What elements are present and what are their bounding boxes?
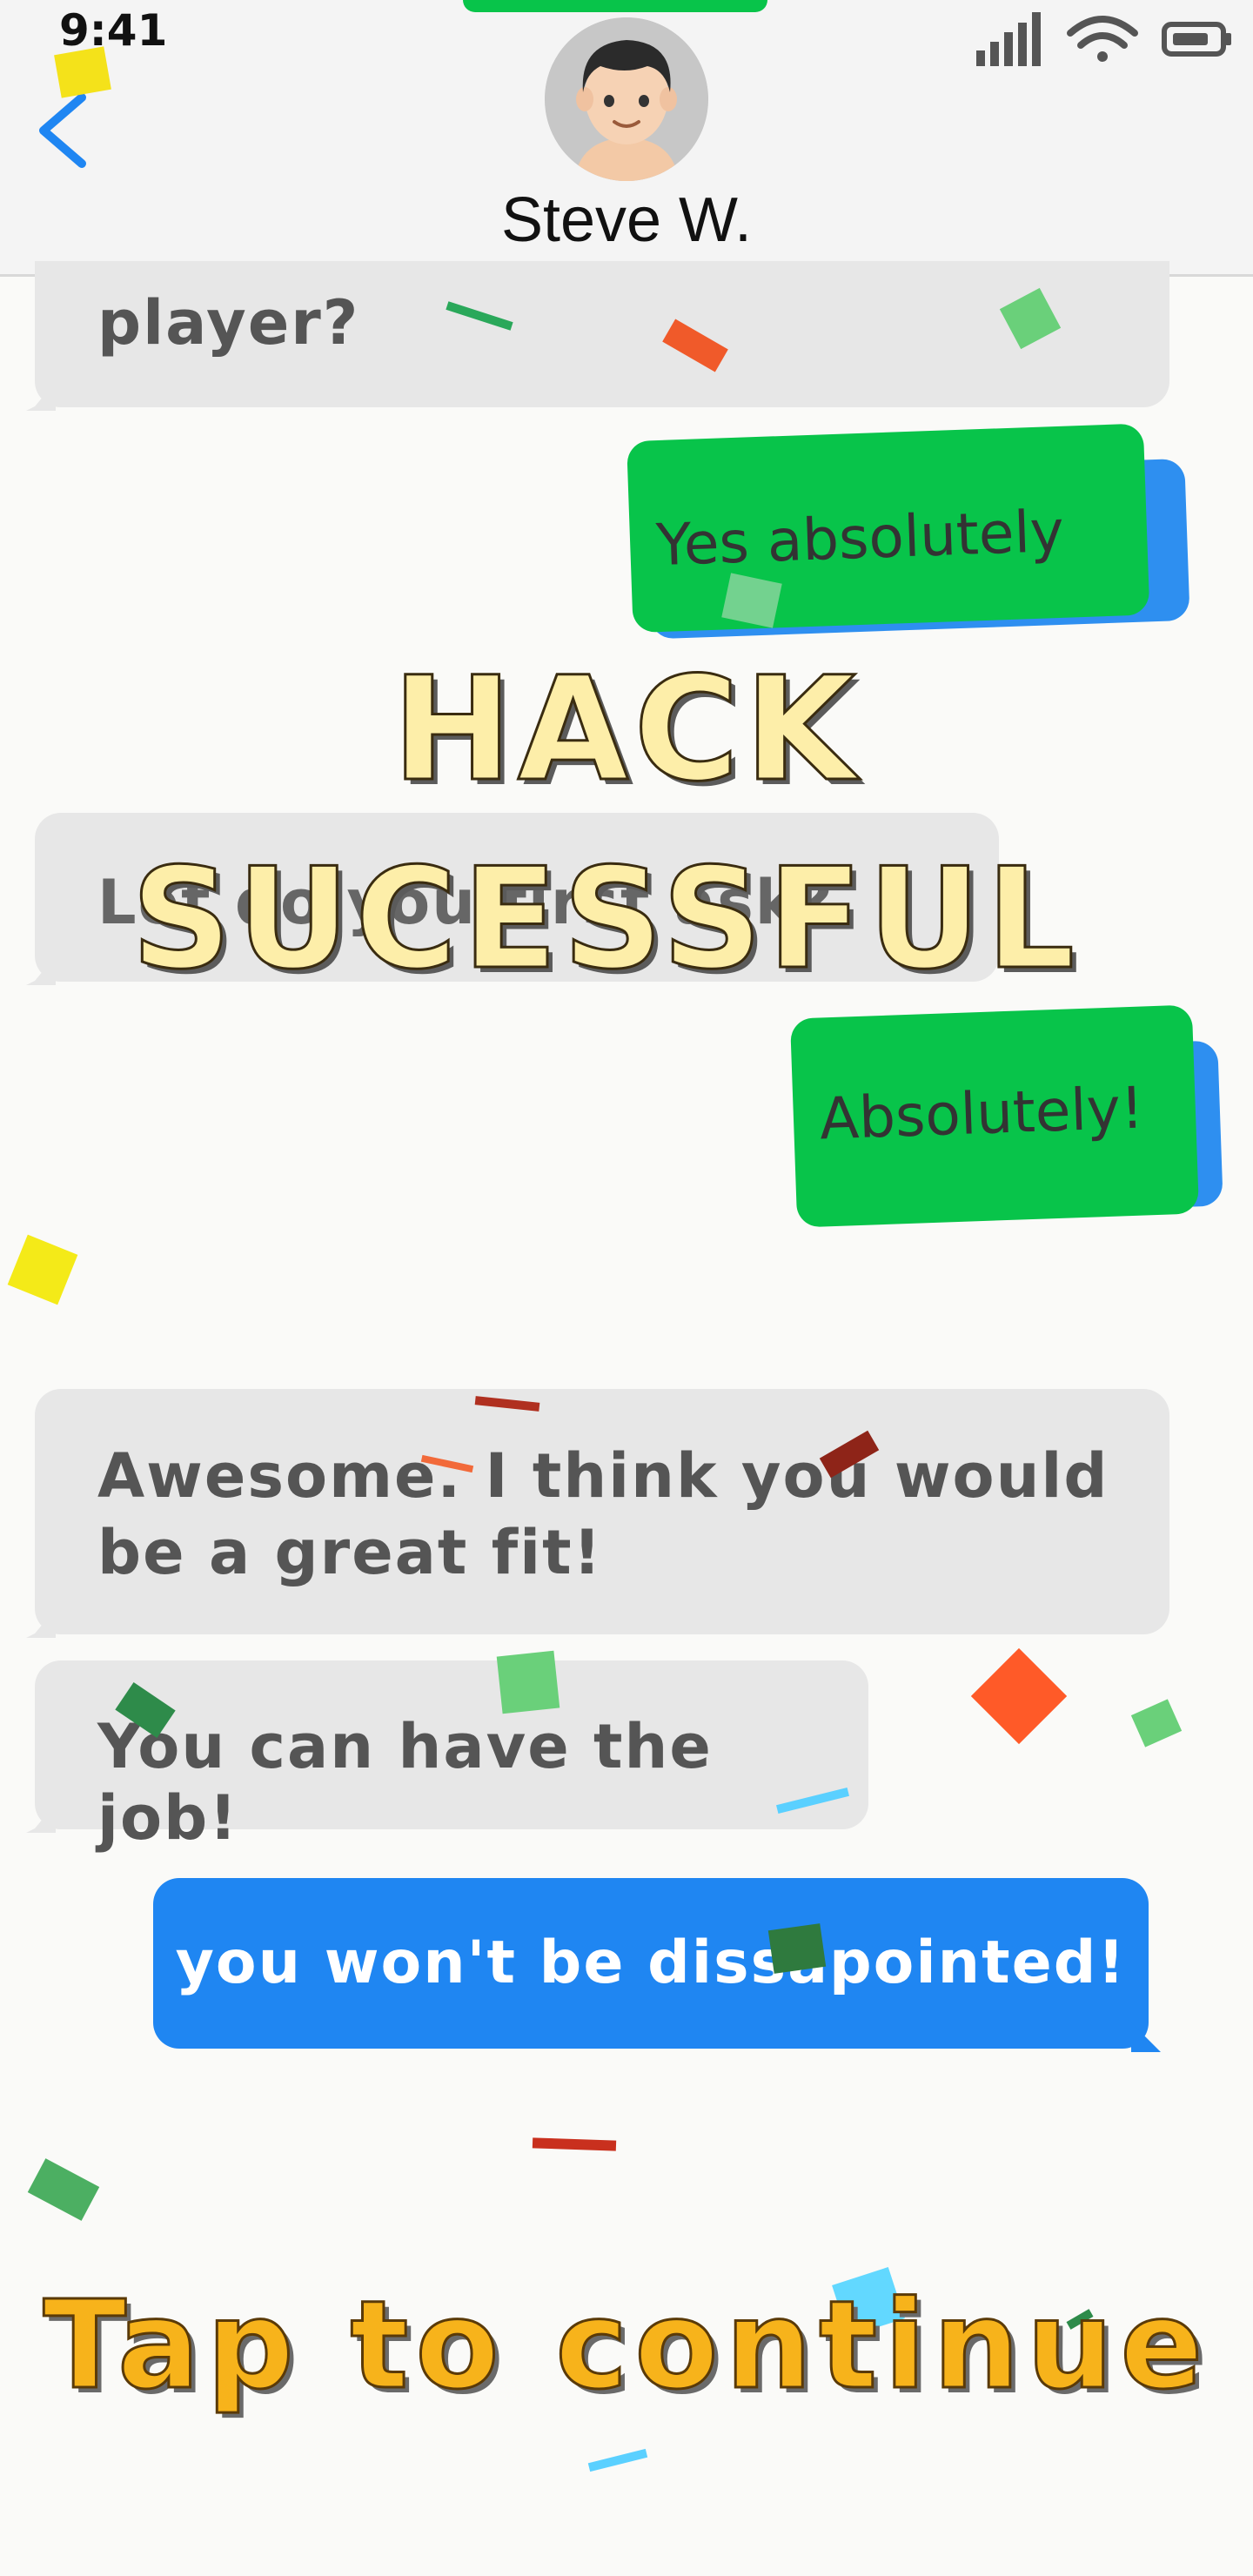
avatar[interactable] [545,17,708,181]
message-bubble-sent: Yes absolutely [626,422,1190,647]
signal-icon [976,12,1041,66]
message-bubble-received: You can have the job! [35,1660,868,1854]
confetti [767,1923,827,1974]
message-bubble-received: Awesome. I think you would be a great fi… [35,1389,1169,1634]
confetti [463,0,767,12]
message-text: player? [97,287,360,359]
confetti [1130,1699,1183,1748]
wifi-icon [1067,16,1138,62]
chat-header: 9:41 Steve W. [0,0,1253,277]
confetti [54,46,111,98]
hack-title: HACK [391,645,861,815]
message-bubble-sent: Absolutely! [789,1004,1223,1228]
confetti [27,2158,100,2221]
message-text: You can have the job! [97,1711,713,1854]
tap-to-continue-button[interactable]: Tap to continue [0,2274,1253,2418]
message-text: Yes absolutely [654,497,1065,580]
confetti [532,2137,617,2151]
confetti [7,1234,78,1305]
confetti [496,1650,560,1714]
message-text: you won't be dissapointed! [175,1929,1127,1997]
typed-message-bubble[interactable]: you won't be dissapointed! [153,1878,1149,2049]
confetti [970,1647,1068,1745]
message-bubble-received: player? [35,261,1169,407]
avatar-face-icon [545,17,708,181]
battery-icon [1162,22,1231,57]
back-arrow-icon[interactable] [31,87,92,174]
status-time: 9:41 [59,5,168,56]
message-text: Awesome. I think you would be a great fi… [97,1440,1109,1588]
hack-subtitle: SUCESSFUL [130,836,1081,1002]
confetti [587,2448,648,2472]
message-text: Absolutely! [818,1074,1145,1153]
contact-name: Steve W. [500,185,753,255]
status-icons [976,12,1231,66]
